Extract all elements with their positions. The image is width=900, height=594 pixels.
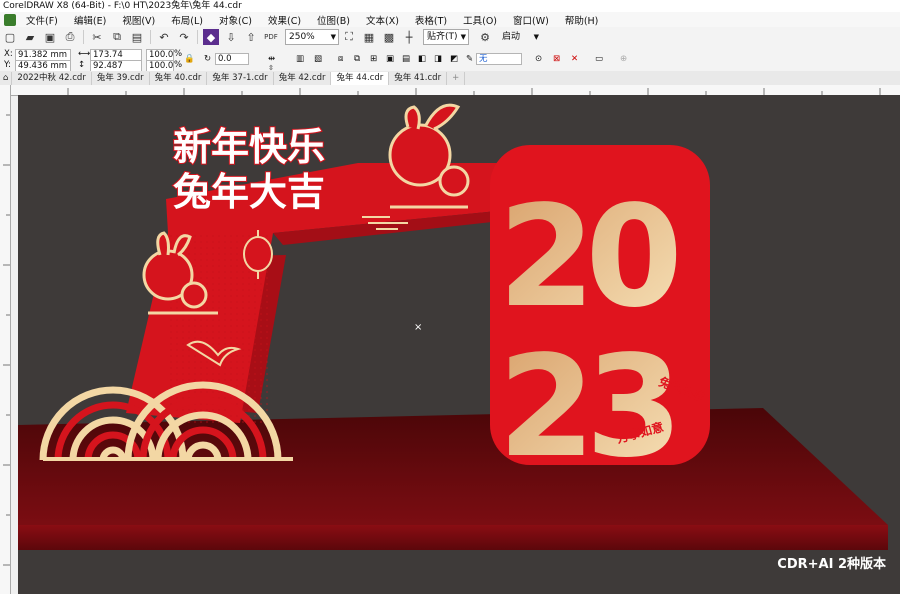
height-icon: ↕	[78, 60, 86, 70]
wave-clouds-base	[43, 457, 293, 461]
fill-color-select[interactable]: 无	[476, 53, 522, 65]
combine-icon[interactable]: ▣	[386, 54, 394, 64]
document-tab[interactable]: 2022中秋 42.cdr	[12, 72, 92, 85]
document-tab-active[interactable]: 兔年 44.cdr	[331, 72, 390, 85]
watermark-label: CDR+AI 2种版本	[777, 557, 886, 572]
vertical-ruler[interactable]	[0, 85, 11, 594]
add-preset-icon[interactable]: ⊕	[620, 54, 627, 64]
clear-transform-icon[interactable]: ✕	[571, 54, 578, 64]
ruler-ticks	[3, 114, 10, 566]
undo-icon[interactable]: ↶	[156, 29, 172, 45]
standard-toolbar: ▢ ▰ ▣ ⎙ ✂ ⧉ ▤ ↶ ↷ ◆ ⇩ ⇧ PDF 250% ▼ ⛶ ▦ ▩ …	[0, 27, 900, 48]
property-bar: X: 91.382 mm Y: 49.436 mm ⟷ 173.74 mm ↕ …	[0, 47, 900, 81]
text-wrap-icon[interactable]: ▭	[595, 54, 603, 64]
chevron-down-icon: ▼	[460, 33, 466, 41]
snap-to-select[interactable]: 贴齐(T) ▼	[423, 29, 469, 45]
menu-help[interactable]: 帮助(H)	[557, 13, 607, 27]
menu-tools[interactable]: 工具(O)	[455, 13, 505, 27]
show-guidelines-icon[interactable]: ┼	[401, 29, 417, 45]
menu-bitmap[interactable]: 位图(B)	[309, 13, 358, 27]
search-content-icon[interactable]: ◆	[203, 29, 219, 45]
percent-label: %	[174, 60, 183, 70]
break-apart-icon[interactable]: ▤	[402, 54, 410, 64]
show-grid-icon[interactable]: ▩	[381, 29, 397, 45]
y-label: Y:	[4, 60, 11, 70]
document-tab[interactable]: 兔年 41.cdr	[389, 72, 448, 85]
headline-line2: 兔年大吉	[173, 170, 325, 214]
options-gear-icon[interactable]: ⚙	[477, 29, 493, 45]
chevron-down-icon: ▼	[330, 33, 336, 41]
year-digits: 20 23 兔兔纳福 万事如意	[490, 145, 710, 489]
trim-icon[interactable]: ◨	[434, 54, 442, 64]
app-icon	[4, 13, 16, 26]
intersect-icon[interactable]: ◩	[450, 54, 458, 64]
copy-icon[interactable]: ⧉	[109, 29, 125, 45]
home-tab-icon[interactable]: ⌂	[0, 72, 13, 85]
add-tab-icon[interactable]: +	[447, 72, 466, 85]
menu-table[interactable]: 表格(T)	[407, 13, 455, 27]
edit-fill-icon[interactable]: ⊙	[535, 54, 542, 64]
order-icon[interactable]: ▧	[314, 54, 322, 64]
group-icon[interactable]: ⧈	[338, 54, 343, 64]
rotate-icon: ↻	[204, 54, 212, 64]
floor-top	[18, 408, 888, 525]
x-label: X:	[4, 49, 13, 59]
separator	[197, 30, 198, 44]
menu-layout[interactable]: 布局(L)	[163, 13, 211, 27]
redo-icon[interactable]: ↷	[176, 29, 192, 45]
import-icon[interactable]: ⇩	[223, 29, 239, 45]
document-tabs: ⌂ 2022中秋 42.cdr 兔年 39.cdr 兔年 40.cdr 兔年 3…	[0, 71, 900, 86]
rotation-angle-field[interactable]: 0.0	[215, 53, 249, 65]
percent-label: %	[174, 49, 183, 59]
open-folder-icon[interactable]: ▰	[22, 29, 38, 45]
publish-pdf-icon[interactable]: PDF	[263, 29, 279, 45]
width-icon: ⟷	[78, 49, 91, 59]
launch-select[interactable]: 启动 ▼	[499, 30, 541, 44]
new-document-icon[interactable]: ▢	[2, 29, 18, 45]
cut-icon[interactable]: ✂	[89, 29, 105, 45]
separator	[150, 30, 151, 44]
selection-center-marker[interactable]: ×	[414, 322, 422, 333]
menu-file[interactable]: 文件(F)	[18, 13, 66, 27]
digits-top: 20	[498, 176, 676, 339]
drawing-canvas[interactable]: 新年快乐 兔年大吉 20 23 兔兔纳福 万事如意 × CDR+AI 2种版本	[18, 95, 900, 594]
document-tab[interactable]: 兔年 39.cdr	[92, 72, 150, 85]
save-icon[interactable]: ▣	[42, 29, 58, 45]
lock-ratio-icon[interactable]: 🔒	[184, 54, 195, 64]
ruler-ticks	[10, 88, 881, 95]
window-title: CorelDRAW X8 (64-Bit) - F:\0 HT\2023兔年\兔…	[0, 0, 900, 12]
menu-effects[interactable]: 效果(C)	[260, 13, 309, 27]
paste-icon[interactable]: ▤	[129, 29, 145, 45]
menu-window[interactable]: 窗口(W)	[505, 13, 557, 27]
menu-text[interactable]: 文本(X)	[358, 13, 407, 27]
separator	[83, 30, 84, 44]
no-fill-icon[interactable]: ⊠	[553, 54, 560, 64]
artwork[interactable]: 新年快乐 兔年大吉 20 23 兔兔纳福 万事如意 ×	[18, 95, 900, 594]
menu-view[interactable]: 视图(V)	[114, 13, 163, 27]
digits-bottom: 23	[498, 326, 673, 489]
print-icon[interactable]: ⎙	[62, 29, 78, 45]
export-icon[interactable]: ⇧	[243, 29, 259, 45]
document-tab[interactable]: 兔年 37-1.cdr	[207, 72, 274, 85]
pen-outline-icon[interactable]: ✎	[466, 54, 473, 64]
menu-object[interactable]: 对象(C)	[211, 13, 260, 27]
zoom-level-select[interactable]: 250% ▼	[285, 29, 339, 45]
chevron-down-icon: ▼	[533, 33, 539, 41]
show-rulers-icon[interactable]: ▦	[361, 29, 377, 45]
document-tab[interactable]: 兔年 42.cdr	[274, 72, 332, 85]
weld-icon[interactable]: ◧	[418, 54, 426, 64]
align-icon[interactable]: ▥	[296, 54, 304, 64]
document-tab[interactable]: 兔年 40.cdr	[150, 72, 208, 85]
ungroup-icon[interactable]: ⧉	[354, 54, 360, 64]
floor-front	[18, 525, 888, 550]
ungroup-all-icon[interactable]: ⊞	[370, 54, 377, 64]
menu-edit[interactable]: 编辑(E)	[66, 13, 114, 27]
menu-bar: 文件(F) 编辑(E) 视图(V) 布局(L) 对象(C) 效果(C) 位图(B…	[0, 12, 900, 27]
headline-line1: 新年快乐	[173, 125, 325, 169]
full-screen-icon[interactable]: ⛶	[341, 29, 357, 45]
